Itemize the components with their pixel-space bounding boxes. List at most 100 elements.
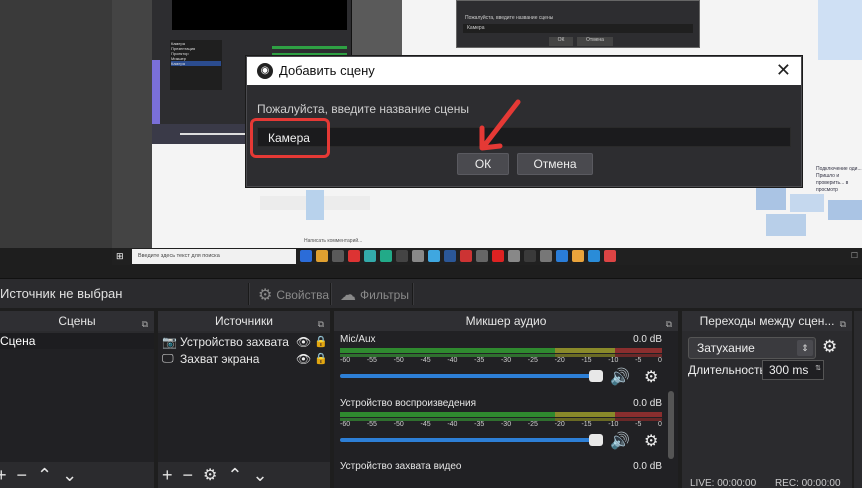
gear-icon[interactable]: ⚙ [644,431,658,451]
transitions-dock-title: Переходы между сцен... ⧉ [682,311,852,331]
gear-icon: ⚙ [258,287,273,304]
gear-icon[interactable]: ⚙ [822,337,837,357]
eye-icon[interactable]: 👁 [296,352,314,366]
duration-value: 300 ms [769,363,809,377]
rec-status: REC: 00:00:00 [774,478,841,488]
volume-slider[interactable] [340,434,603,446]
speaker-icon[interactable]: 🔊 [610,367,630,387]
taskbar-app-icon [428,250,440,262]
taskbar-app-icon [332,250,344,262]
dialog-prompt: Пожалуйста, введите название сцены [257,102,469,116]
lock-icon[interactable]: 🔒 [314,352,330,365]
add-source-icon[interactable]: + [162,465,173,486]
gear-icon[interactable]: ⚙ [644,367,658,387]
duration-input[interactable]: 300 ms ⇅ [762,360,824,380]
undock-icon[interactable]: ⧉ [318,314,324,334]
meter-tick: -35 [474,357,485,364]
taskbar-app-icon [588,250,600,262]
remove-source-icon[interactable]: − [183,465,194,486]
meter-tick: -40 [447,357,458,364]
preview-taskbar: ⊞ Введите здесь текст для поиска ☐ [112,248,862,265]
mixer-channel: Mic/Aux 0.0 dB -60 -55 -50 -45 -40 -35 -30 -25-… [340,334,662,392]
meter-tick: -30 [500,357,512,364]
preview-gutter [0,0,112,248]
taskbar-app-icon [572,250,584,262]
channel-name: Устройство воспроизведения [340,398,477,409]
meter-tick: -5 [635,421,642,428]
scenes-title: Сцены [58,314,96,328]
move-down-icon[interactable]: ⌄ [62,465,77,486]
meter-tick: -35 [474,421,485,428]
taskbar-app-icon [348,250,360,262]
preview-blur-square [306,190,324,220]
mixer-dock: Микшер аудио ⧉ Mic/Aux 0.0 dB -60 -55 -50-… [334,311,678,488]
meter-tick: -60 [340,421,351,428]
scenes-dock: Сцены ⧉ Сцена + − ⌃ ⌄ [0,311,154,488]
channel-name: Устройство захвата видео [340,461,462,472]
eye-icon[interactable]: 👁 [296,335,314,349]
windows-start-icon: ⊞ [116,251,124,261]
preview-mini-dialog-prompt: Пожалуйста, введите название сцены [465,15,554,21]
preview-mini-ok: ОК [549,37,573,46]
lock-icon[interactable]: 🔒 [314,335,330,348]
close-icon[interactable]: ✕ [776,60,791,81]
taskbar-app-icon [412,250,424,262]
transitions-title: Переходы между сцен... [699,314,835,328]
taskbar-app-icon [300,250,312,262]
meter-tick: -15 [581,357,592,364]
blur-block [756,188,786,210]
slider-knob[interactable] [589,434,603,446]
toolbar-separator [248,283,250,305]
source-label: Устройство захвата [180,334,289,349]
sources-toolbar: + − ⚙ ⌃ ⌄ [158,462,330,488]
filters-button[interactable]: ☁ Фильтры [340,285,409,305]
meter-tick: -5 [635,357,642,364]
taskbar-app-icon [396,250,408,262]
volume-slider[interactable] [340,370,603,382]
meter-tick: -55 [366,421,377,428]
source-item[interactable]: 📷 Устройство захвата 👁 🔒 [158,333,330,350]
undock-icon[interactable]: ⧉ [142,314,148,334]
mixer-scrollbar[interactable] [668,391,674,459]
gear-icon[interactable]: ⚙ [203,465,217,485]
move-up-icon[interactable]: ⌃ [37,465,52,486]
speaker-icon[interactable]: 🔊 [610,431,630,451]
preview-mini-scene-list: Камера Презентация Проектор Микшер Камер… [170,40,222,90]
source-context-bar: Источник не выбран ⚙ Свойства ☁ Фильтры [0,278,862,308]
highlight-box [250,118,330,158]
spinner-icon[interactable]: ⇕ [797,340,813,356]
filters-label: Фильтры [360,288,409,302]
blur-block [790,194,824,212]
preview-blue-strip [818,0,862,60]
scenes-list: Сцена [0,333,154,462]
add-scene-icon[interactable]: + [0,465,7,486]
slider-knob[interactable] [589,370,603,382]
properties-button[interactable]: ⚙ Свойства [258,285,329,305]
move-up-icon[interactable]: ⌃ [227,465,242,486]
meter-tick: -25 [527,421,538,428]
dialog-titlebar: ◉ Добавить сцену ✕ [247,57,801,85]
meter-tick: -60 [340,357,351,364]
filter-icon: ☁ [340,287,356,304]
ok-button[interactable]: ОК [457,153,509,175]
meter-tick: -10 [608,421,619,428]
meter-tick: -20 [554,421,565,428]
scene-item[interactable]: Сцена [0,333,154,349]
duration-label: Длительность [688,363,766,377]
taskbar-app-icon [460,250,472,262]
remove-scene-icon[interactable]: − [17,465,28,486]
mixer-channel: Устройство воспроизведения 0.0 dB -60 -55… [340,398,662,456]
source-item[interactable]: 🖵 Захват экрана 👁 🔒 [158,350,330,367]
level-meter [340,348,662,353]
move-down-icon[interactable]: ⌄ [252,465,267,486]
annotation-arrow-icon [479,99,521,151]
transition-select[interactable]: Затухание ⇕ [688,337,816,359]
meter-tick: -50 [393,357,404,364]
spinner-arrows-icon[interactable]: ⇅ [815,364,821,372]
mixer-channel: Устройство захвата видео 0.0 dB [340,461,662,481]
controls-dock-edge [854,311,862,488]
taskbar-app-icon [508,250,520,262]
cancel-button[interactable]: Отмена [517,153,593,175]
undock-icon[interactable]: ⧉ [840,314,846,334]
taskbar-app-icon [316,250,328,262]
